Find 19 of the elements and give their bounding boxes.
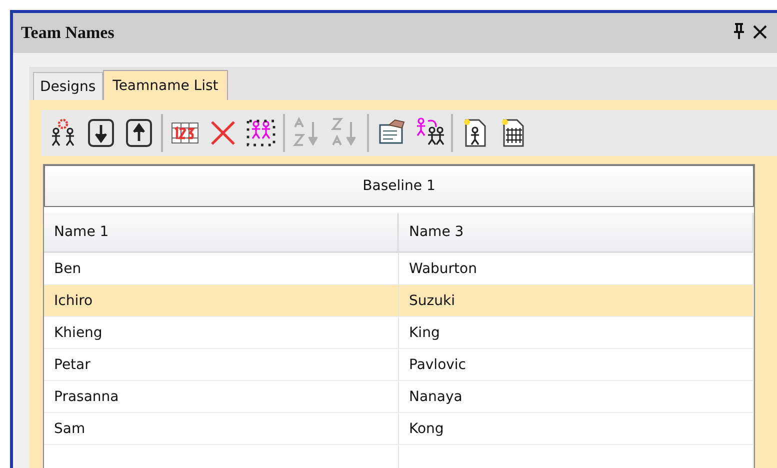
table-cell: Pavlovic bbox=[399, 349, 754, 381]
table-cell: Petar bbox=[44, 349, 399, 381]
table-cell: Khieng bbox=[44, 317, 399, 349]
group-header: Baseline 1 bbox=[44, 165, 754, 207]
panel-title: Team Names bbox=[21, 23, 116, 43]
table-cell: Prasanna bbox=[44, 381, 399, 413]
table-cell: King bbox=[399, 317, 754, 349]
tab[interactable]: Designs bbox=[33, 72, 103, 100]
close-icon bbox=[753, 24, 767, 38]
table-cell: Kong bbox=[399, 413, 754, 445]
column-header[interactable]: Name 3 bbox=[399, 213, 754, 251]
pin-icon bbox=[733, 22, 745, 38]
selected-people-icon bbox=[245, 117, 277, 149]
tab[interactable]: Teamname List bbox=[102, 70, 228, 100]
table-cell: Suzuki bbox=[399, 285, 754, 317]
table-cell: Sam bbox=[44, 413, 399, 445]
table-cell: Nanaya bbox=[399, 381, 754, 413]
table-cell: Ichiro bbox=[44, 285, 399, 317]
column-header[interactable]: Name 1 bbox=[44, 213, 399, 251]
